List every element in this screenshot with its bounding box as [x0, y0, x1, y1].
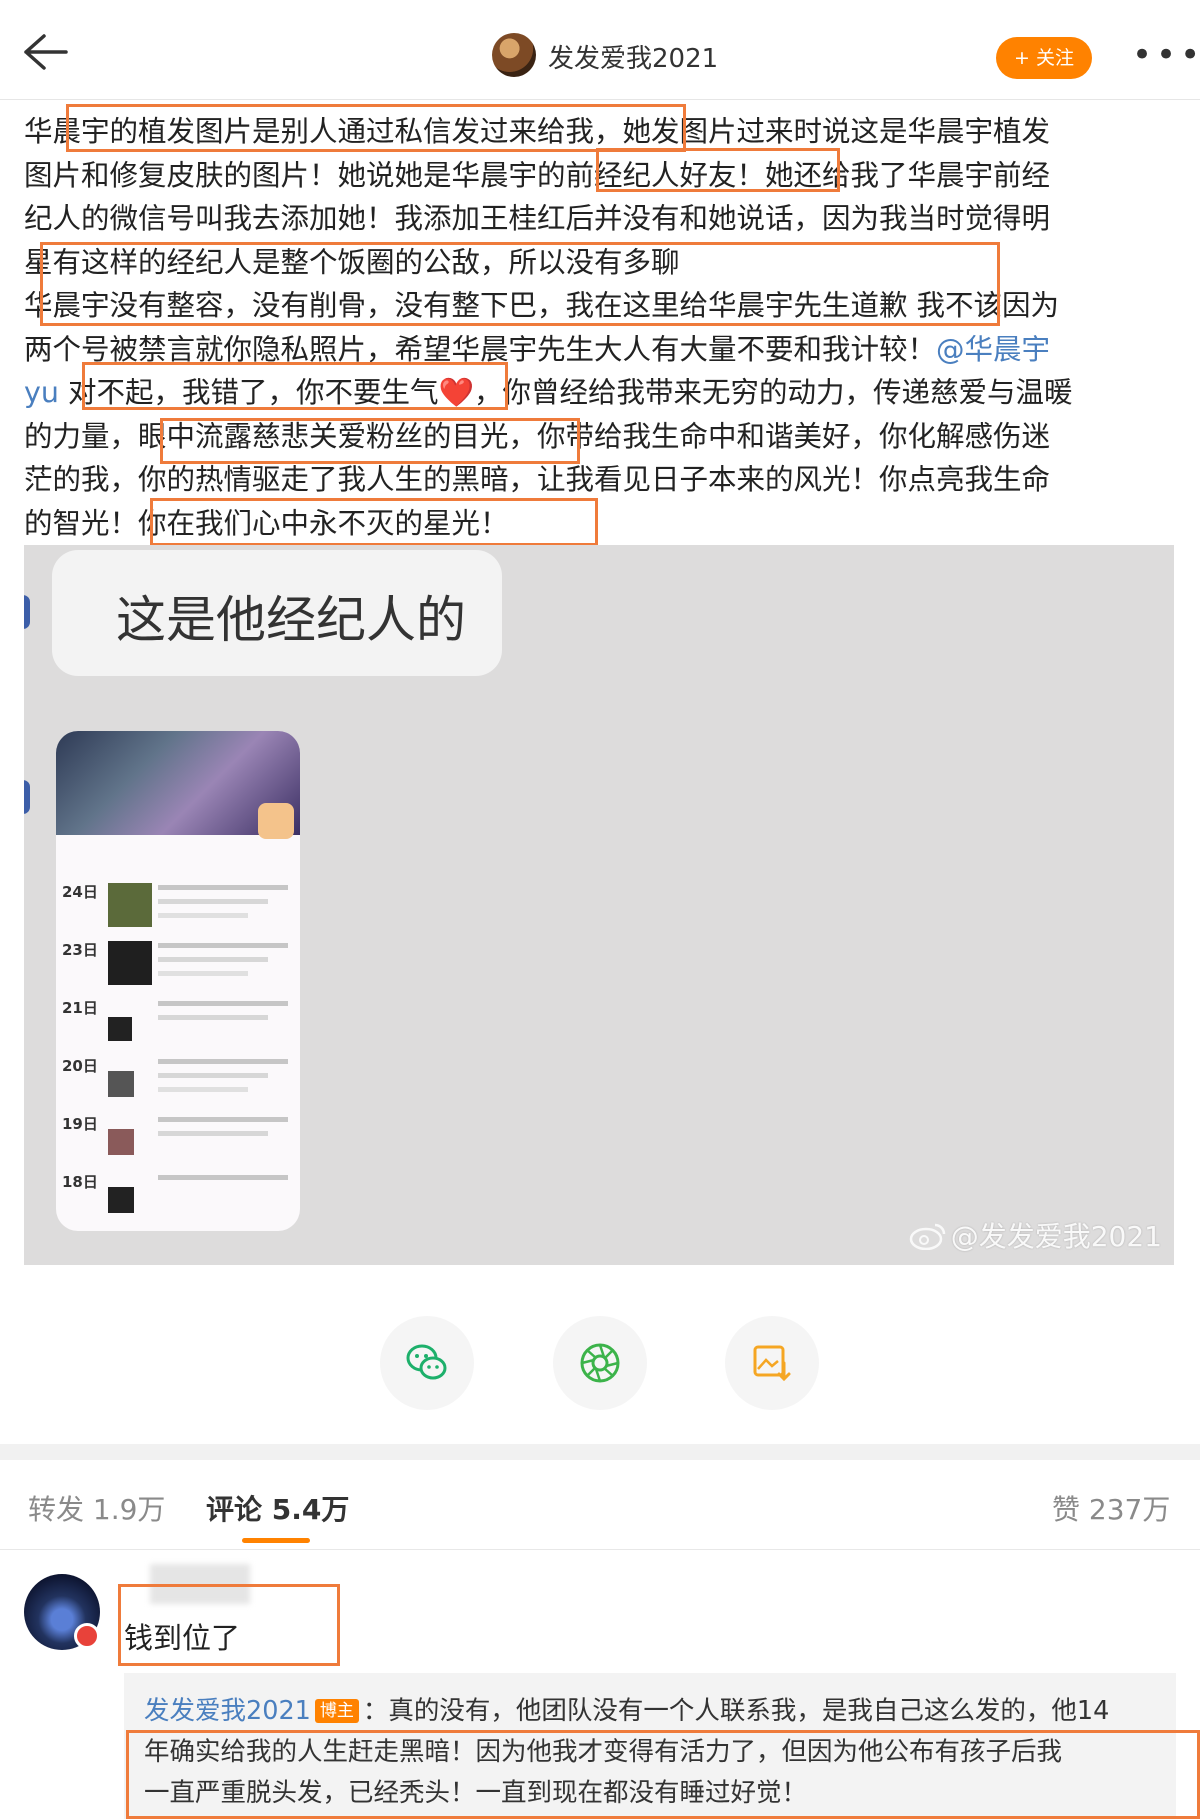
- author-avatar[interactable]: [492, 33, 536, 77]
- list-item-day: 20日: [62, 1057, 98, 1075]
- list-item-day: 23日: [62, 941, 98, 959]
- chat-bubble-text: 这是他经纪人的: [116, 591, 466, 649]
- text-line: [158, 1073, 268, 1078]
- save-image-icon: [753, 1345, 791, 1382]
- highlight-box: [82, 362, 508, 410]
- list-item: 18日: [62, 1171, 292, 1231]
- list-item-thumbnail: [108, 1187, 134, 1213]
- highlight-box: [150, 498, 598, 546]
- list-item-thumbnail: [108, 1129, 134, 1155]
- side-marker: [24, 595, 30, 629]
- watermark-text: @发发爱我2021: [950, 1220, 1162, 1253]
- list-item-thumbnail: [108, 1071, 134, 1097]
- chat-bubble: 这是他经纪人的: [52, 550, 502, 676]
- text-line: [158, 957, 268, 962]
- highlight-box: [40, 242, 1000, 326]
- follow-button[interactable]: + 关注: [996, 37, 1092, 79]
- author-name[interactable]: 发发爱我2021: [548, 38, 718, 75]
- post-image[interactable]: 这是他经纪人的 24日 23日 21日 20日 19日 18日 @发发爱我202…: [24, 545, 1174, 1265]
- text-line: [158, 1117, 288, 1122]
- tab-likes[interactable]: 赞 237万: [1052, 1488, 1170, 1528]
- weibo-icon: [909, 1223, 945, 1250]
- text-line: [158, 899, 268, 904]
- text-line: [158, 913, 248, 918]
- moments-icon: [580, 1343, 620, 1383]
- tab-comments[interactable]: 评论 5.4万: [206, 1488, 349, 1528]
- post-text-part-1: 华晨宇的植发图片是别人通过私信发过来给我，她发图片过来时说这是华晨宇植发 图片和…: [24, 115, 1060, 366]
- save-image-button[interactable]: [725, 1316, 819, 1410]
- list-item: 20日: [62, 1055, 292, 1115]
- author-tag: 博主: [314, 1699, 359, 1723]
- list-item-day: 21日: [62, 999, 98, 1017]
- highlight-box: [160, 418, 580, 464]
- active-tab-indicator: [242, 1538, 310, 1543]
- text-line: [158, 971, 248, 976]
- watermark: @发发爱我2021: [909, 1215, 1162, 1255]
- wechat-icon: [406, 1344, 447, 1380]
- list-item: 19日: [62, 1113, 292, 1173]
- text-line: [158, 1059, 288, 1064]
- phone-screenshot: 24日 23日 21日 20日 19日 18日: [56, 731, 300, 1231]
- list-item-thumbnail: [108, 941, 152, 985]
- list-item: 23日: [62, 939, 292, 999]
- list-item-thumbnail: [108, 883, 152, 927]
- text-line: [158, 1087, 248, 1092]
- text-line: [158, 1175, 288, 1180]
- list-item-day: 18日: [62, 1173, 98, 1191]
- list-item: 24日: [62, 881, 292, 941]
- list-item: 21日: [62, 997, 292, 1057]
- text-line: [158, 1131, 268, 1136]
- tab-repost[interactable]: 转发 1.9万: [28, 1488, 165, 1528]
- back-arrow-icon[interactable]: [18, 30, 70, 74]
- highlight-box: [126, 1730, 1200, 1819]
- share-wechat-button[interactable]: [380, 1316, 474, 1410]
- text-line: [158, 1001, 288, 1006]
- top-bar: 发发爱我2021 + 关注 •••: [0, 0, 1200, 100]
- share-moments-button[interactable]: [553, 1316, 647, 1410]
- section-divider: [0, 1444, 1200, 1460]
- side-marker: [24, 780, 30, 814]
- verified-badge-icon: [74, 1623, 100, 1649]
- highlight-box: [118, 1584, 340, 1666]
- text-line: [158, 885, 288, 890]
- text-line: [158, 943, 288, 948]
- highlight-box: [66, 104, 686, 152]
- list-item-thumbnail: [108, 1017, 132, 1041]
- text-line: [158, 1015, 268, 1020]
- highlight-box: [596, 148, 840, 192]
- more-icon[interactable]: •••: [1132, 38, 1200, 72]
- reply-author-name[interactable]: 发发爱我2021: [144, 1696, 311, 1726]
- list-item-day: 19日: [62, 1115, 98, 1133]
- list-item-day: 24日: [62, 883, 98, 901]
- interaction-tabs: 转发 1.9万 评论 5.4万 赞 237万: [0, 1460, 1200, 1550]
- phone-avatar-icon: [258, 803, 294, 839]
